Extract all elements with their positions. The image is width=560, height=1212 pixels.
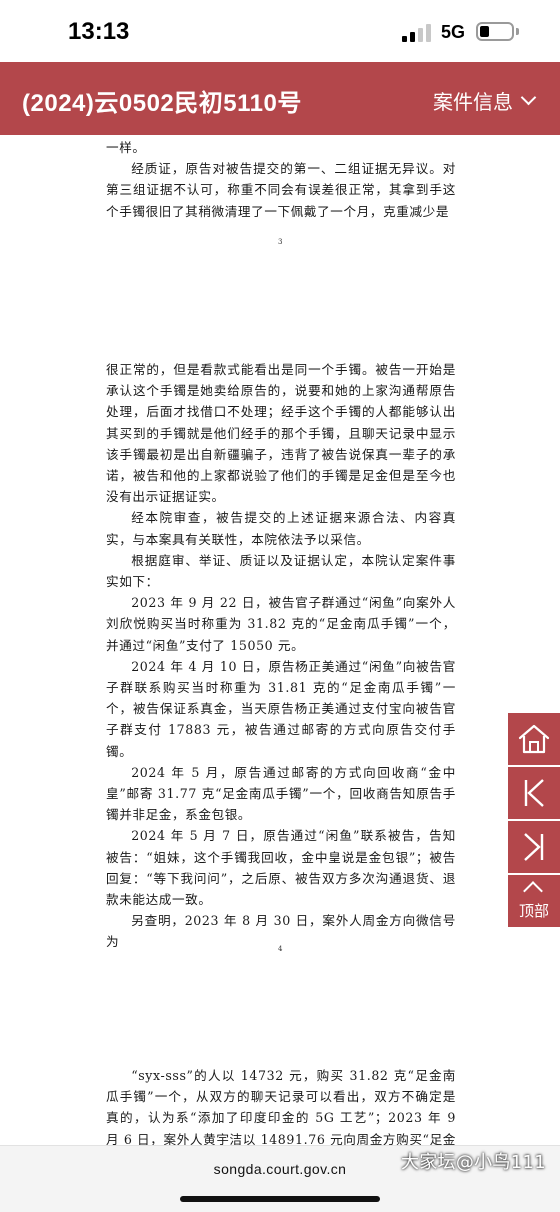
next-icon: [524, 833, 544, 861]
battery-icon: [476, 22, 514, 41]
document-paragraph: 很正常的，但是看款式能看出是同一个手镯。被告一开始是承认这个手镯是她卖给原告的，…: [106, 362, 456, 505]
home-indicator[interactable]: [180, 1196, 380, 1202]
previous-icon: [524, 779, 544, 807]
document-paragraph: 2024 年 5 月 7 日，原告通过“闲鱼”联系被告，告知被告：“姐妹，这个手…: [106, 828, 456, 908]
status-time: 13:13: [68, 18, 130, 45]
document-viewer[interactable]: 一样。 经质证，原告对被告提交的第一、二组证据无异议。对第三组证据不认可，称重不…: [0, 135, 560, 1145]
next-page-button[interactable]: [508, 821, 560, 873]
previous-page-button[interactable]: [508, 767, 560, 819]
document-paragraph: 2024 年 4 月 10 日，原告杨正美通过“闲鱼”向被告官子群联系购买当时称…: [106, 658, 456, 759]
document-paragraph: “syx-sss”的人以 14732 元，购买 31.82 克“足金南瓜手镯”一…: [106, 1068, 456, 1145]
document-paragraph: 2024 年 5 月，原告通过邮寄的方式向回收商“金中皇”邮寄 31.77 克“…: [106, 764, 456, 823]
page-number: 4: [278, 945, 283, 953]
battery-tip: [516, 28, 519, 35]
chevron-up-icon: [523, 881, 543, 901]
case-info-label: 案件信息: [433, 92, 513, 114]
document-paragraph: 经本院审查，被告提交的上述证据来源合法、内容真实，与本案具有关联性，本院依法予以…: [106, 510, 456, 547]
case-info-dropdown[interactable]: 案件信息: [433, 86, 537, 115]
status-bar: 13:13 5G: [0, 0, 560, 62]
chevron-down-icon: [520, 89, 537, 106]
document-paragraph: 根据庭审、举证、质证以及证据认定，本院认定案件事实如下：: [106, 552, 456, 590]
case-number-title: (2024)云0502民初5110号: [22, 90, 302, 117]
page-5-top: “syx-sss”的人以 14732 元，购买 31.82 克“足金南瓜手镯”一…: [106, 1065, 456, 1145]
home-icon: [518, 724, 550, 754]
home-button[interactable]: [508, 713, 560, 765]
document-paragraph: 经质证，原告对被告提交的第一、二组证据无异议。对第三组证据不认可，称重不同会有误…: [106, 161, 456, 219]
watermark: 大家坛@小鸟111: [400, 1152, 546, 1173]
back-to-top-label: 顶部: [518, 903, 549, 920]
document-paragraph: 2023 年 9 月 22 日，被告官子群通过“闲鱼”向案外人刘欣悦购买当时称重…: [106, 595, 456, 653]
back-to-top-button[interactable]: 顶部: [508, 875, 560, 927]
page-4-content: 很正常的，但是看款式能看出是同一个手镯。被告一开始是承认这个手镯是她卖给原告的，…: [106, 359, 456, 953]
document-paragraph: 一样。: [106, 140, 146, 155]
network-type: 5G: [441, 22, 466, 42]
page-number: 3: [278, 238, 283, 246]
page-3-bottom: 一样。 经质证，原告对被告提交的第一、二组证据无异议。对第三组证据不认可，称重不…: [106, 137, 456, 222]
app-header: (2024)云0502民初5110号 案件信息: [0, 62, 560, 135]
signal-icon: [402, 24, 432, 42]
